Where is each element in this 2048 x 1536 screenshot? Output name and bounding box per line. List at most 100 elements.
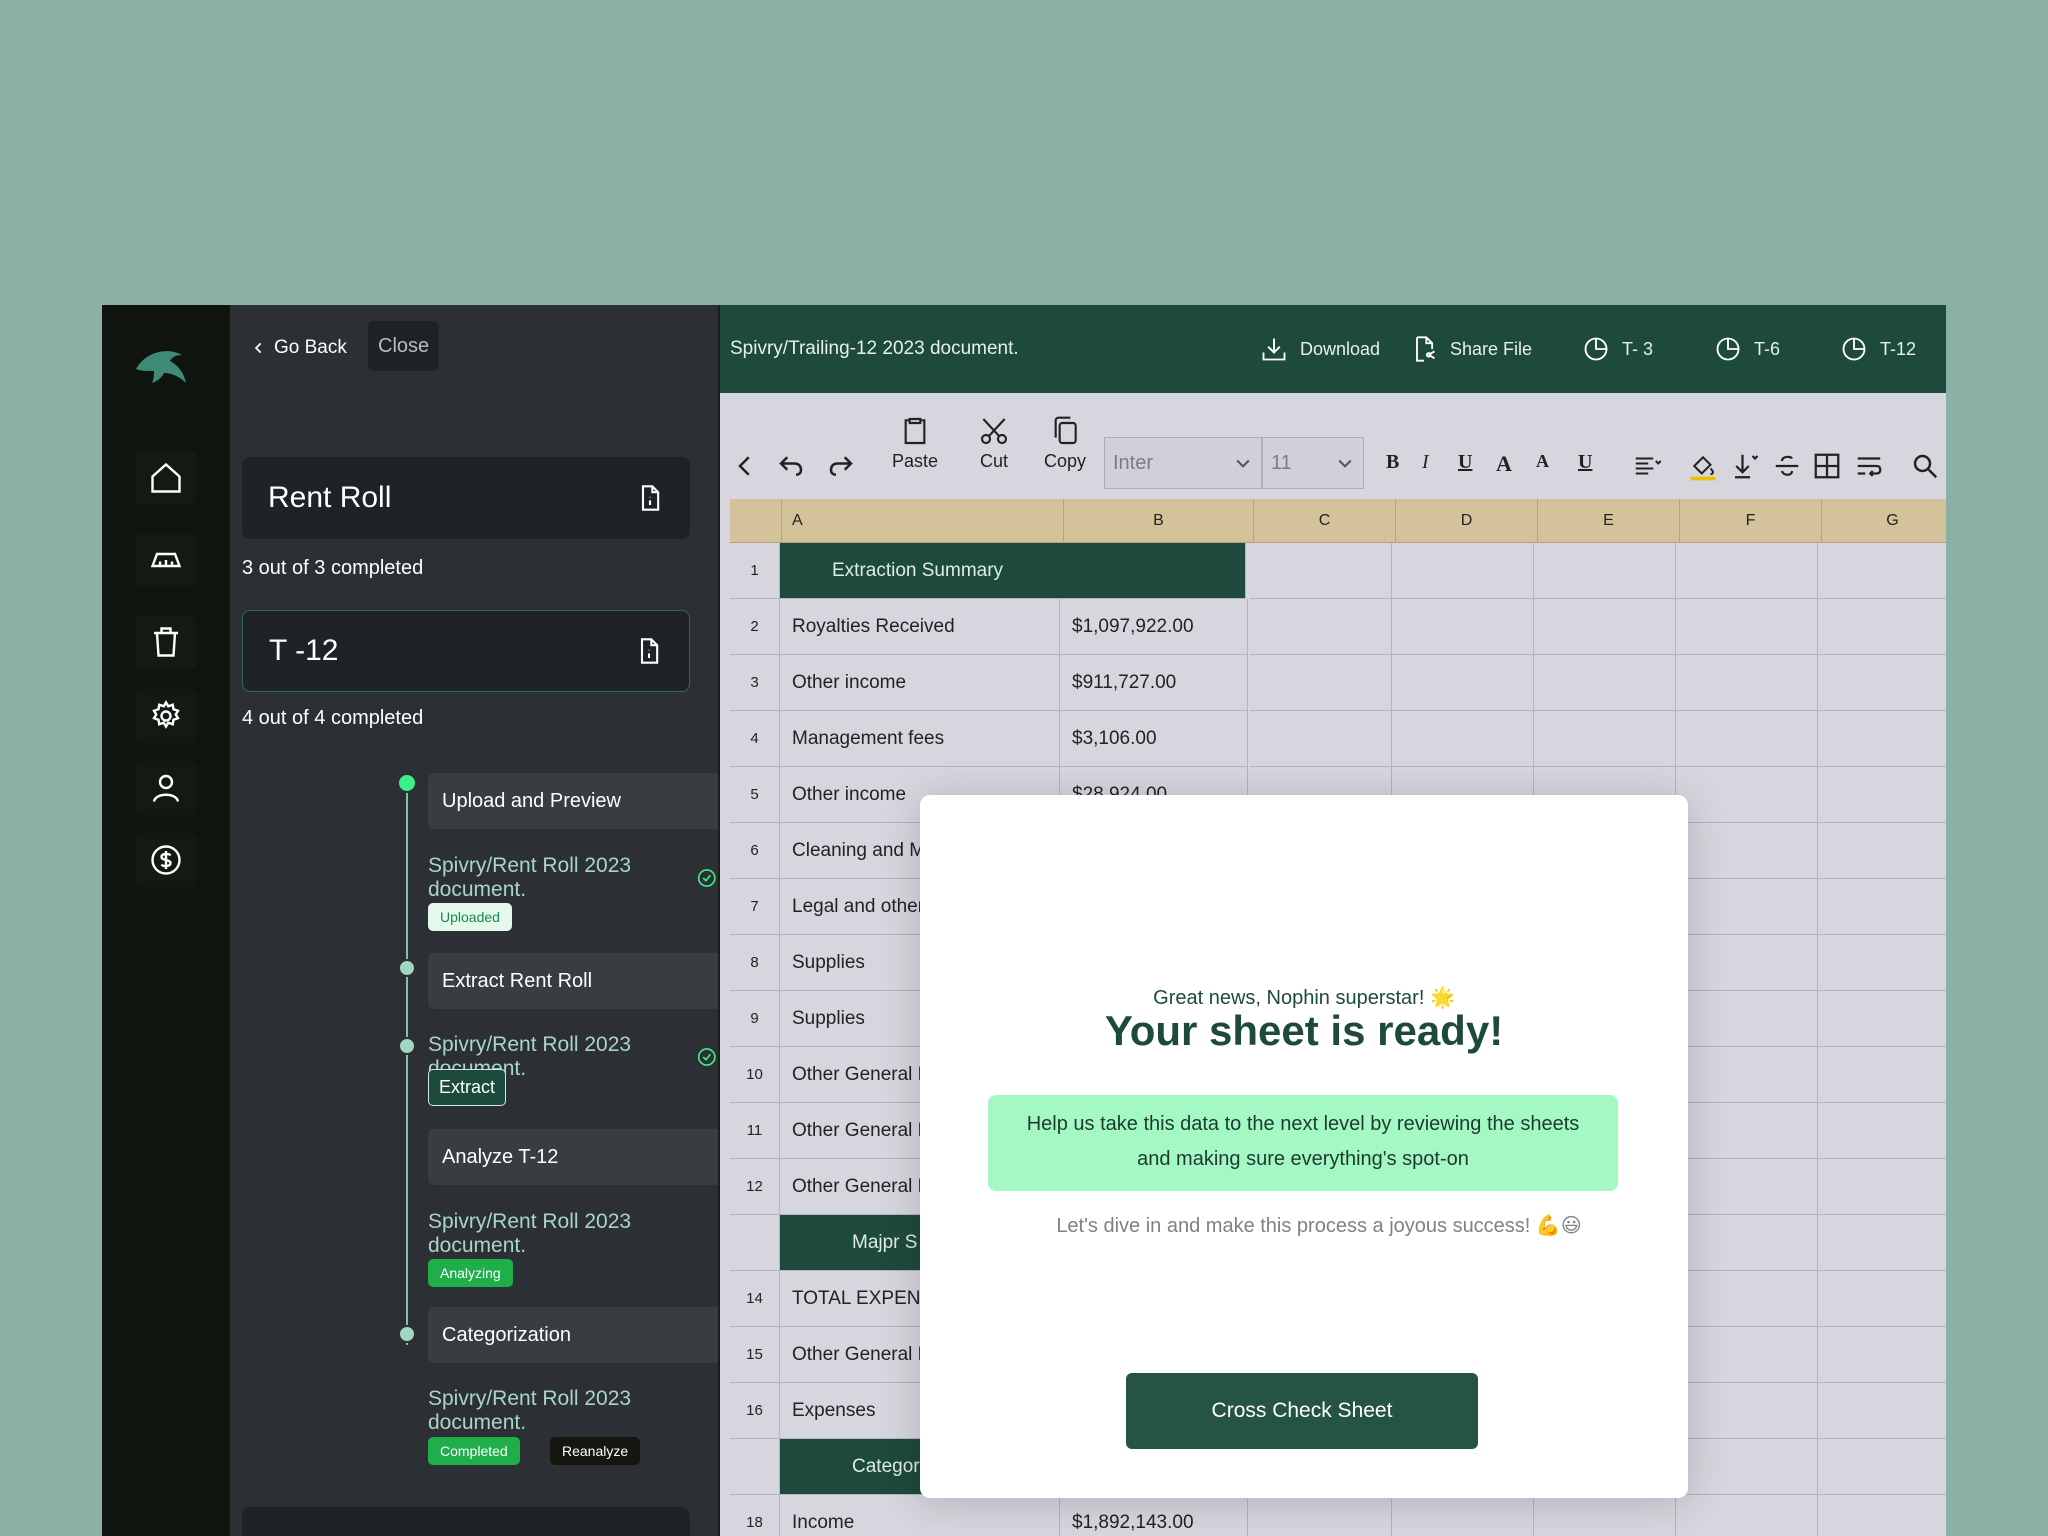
sort-down-icon[interactable] [1730,451,1760,481]
empty-cell[interactable] [1818,543,1946,599]
empty-cell[interactable] [1818,1047,1946,1103]
profile-nav[interactable] [136,761,196,815]
rent-roll-card[interactable]: Rent Roll [242,457,690,539]
step-upload-preview[interactable]: Upload and Preview [428,773,718,829]
column-header[interactable]: G [1822,499,1946,543]
font-size-select[interactable]: 11 [1262,437,1364,489]
empty-cell[interactable] [1676,1047,1818,1103]
cut-button[interactable]: Cut [978,415,1010,472]
empty-cell[interactable] [1818,1271,1946,1327]
value-cell[interactable]: $1,892,143.00 [1060,1495,1248,1536]
value-cell[interactable]: $3,106.00 [1060,711,1248,767]
row-number[interactable]: 18 [730,1495,780,1536]
label-cell[interactable]: Royalties Received [780,599,1060,655]
empty-cell[interactable] [1818,879,1946,935]
fill-color-icon[interactable] [1688,451,1718,481]
row-number[interactable]: 14 [730,1271,780,1327]
empty-cell[interactable] [1392,1495,1534,1536]
strikethrough-icon[interactable] [1772,451,1802,481]
empty-cell[interactable] [1676,711,1818,767]
step-analyze-t12[interactable]: Analyze T-12 [428,1129,718,1185]
value-cell[interactable]: $1,097,922.00 [1060,599,1248,655]
value-cell[interactable]: $911,727.00 [1060,655,1248,711]
column-header[interactable]: F [1680,499,1822,543]
column-header[interactable]: C [1254,499,1396,543]
empty-cell[interactable] [1818,823,1946,879]
empty-cell[interactable] [1676,879,1818,935]
t3-button[interactable]: T- 3 [1582,335,1653,363]
double-underline-button[interactable]: U [1578,451,1592,474]
column-header[interactable]: B [1064,499,1254,543]
empty-cell[interactable] [1818,711,1946,767]
empty-cell[interactable] [1250,599,1392,655]
empty-cell[interactable] [1818,655,1946,711]
empty-cell[interactable] [1676,935,1818,991]
settings-nav[interactable] [136,689,196,743]
empty-cell[interactable] [1676,1383,1818,1439]
borders-icon[interactable] [1812,451,1842,481]
undo-icon[interactable] [776,451,806,481]
bold-button[interactable]: B [1386,451,1399,474]
copy-button[interactable]: Copy [1044,415,1086,472]
step-document[interactable]: Spivry/Rent Roll 2023 document. [428,854,718,902]
step-document[interactable]: Spivry/Rent Roll 2023 document. [428,1210,718,1258]
font-family-select[interactable]: Inter [1104,437,1262,489]
underline-button[interactable]: U [1458,451,1472,474]
cross-check-sheet-button[interactable]: Cross Check Sheet [1126,1373,1478,1449]
empty-cell[interactable] [1676,823,1818,879]
empty-cell[interactable] [1676,543,1818,599]
empty-cell[interactable] [1392,599,1534,655]
empty-cell[interactable] [1250,1495,1392,1536]
row-number[interactable]: 5 [730,767,780,823]
empty-cell[interactable] [1818,1327,1946,1383]
label-cell[interactable]: Other income [780,655,1060,711]
share-file-button[interactable]: Share File [1410,335,1532,363]
row-number[interactable]: 6 [730,823,780,879]
empty-cell[interactable] [1250,655,1392,711]
label-cell[interactable]: Income [780,1495,1060,1536]
empty-cell[interactable] [1676,1495,1818,1536]
row-number[interactable]: 4 [730,711,780,767]
step-document[interactable]: Spivry/Rent Roll 2023 document. [428,1387,718,1435]
row-number[interactable]: 15 [730,1327,780,1383]
row-number[interactable]: 11 [730,1103,780,1159]
empty-cell[interactable] [1676,1159,1818,1215]
trash-nav[interactable] [136,615,196,669]
row-number[interactable] [730,1439,780,1495]
empty-cell[interactable] [1676,1327,1818,1383]
empty-cell[interactable] [1534,543,1676,599]
search-icon[interactable] [1910,451,1940,481]
font-color-button[interactable]: A [1496,451,1512,477]
step-categorization[interactable]: Categorization [428,1307,718,1363]
close-button[interactable]: Close [368,321,440,371]
empty-cell[interactable] [1676,655,1818,711]
download-button[interactable]: Download [1260,335,1380,363]
wrap-text-icon[interactable] [1854,451,1884,481]
empty-cell[interactable] [1818,1215,1946,1271]
empty-cell[interactable] [1534,1495,1676,1536]
empty-cell[interactable] [1534,655,1676,711]
t6-button[interactable]: T-6 [1714,335,1780,363]
billing-nav[interactable] [136,833,196,887]
empty-cell[interactable] [1676,1439,1818,1495]
go-back-link[interactable]: Go Back [252,337,347,359]
row-number[interactable]: 16 [730,1383,780,1439]
column-header[interactable]: A [782,499,1064,543]
empty-cell[interactable] [1534,711,1676,767]
empty-cell[interactable] [1818,991,1946,1047]
row-number[interactable]: 7 [730,879,780,935]
empty-cell[interactable] [1676,767,1818,823]
chevron-left-icon[interactable] [730,451,760,481]
empty-cell[interactable] [1818,1439,1946,1495]
empty-cell[interactable] [1392,655,1534,711]
empty-cell[interactable] [1250,543,1392,599]
reanalyze-button[interactable]: Reanalyze [550,1437,641,1465]
empty-cell[interactable] [1676,991,1818,1047]
t12-card[interactable]: T -12 [242,610,690,692]
column-header[interactable]: D [1396,499,1538,543]
highlight-button[interactable]: A [1536,451,1549,472]
row-number[interactable]: 3 [730,655,780,711]
empty-cell[interactable] [1818,935,1946,991]
row-number[interactable]: 9 [730,991,780,1047]
italic-button[interactable]: I [1422,451,1429,474]
